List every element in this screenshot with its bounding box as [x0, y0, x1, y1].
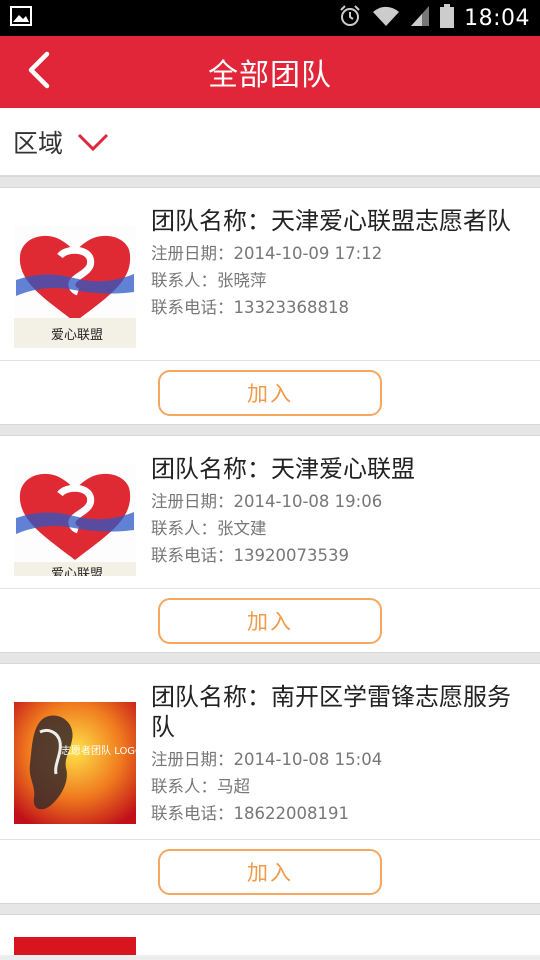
clock: 18:04: [464, 5, 530, 31]
status-bar: 18:04: [0, 0, 540, 36]
join-button[interactable]: 加入: [158, 597, 382, 644]
contact-phone: 联系电话：13323368818: [151, 298, 349, 317]
join-button[interactable]: 加入: [158, 848, 382, 895]
divider: [0, 176, 540, 188]
battery-icon: [440, 4, 455, 32]
register-date: 注册日期：2014-10-08 15:04: [151, 750, 383, 769]
team-card: 志愿者团队 LOGO 团队名称：南开区学雷锋志愿服务队 注册日期：2014-10…: [0, 664, 540, 903]
register-date: 注册日期：2014-10-08 19:06: [151, 492, 383, 511]
chevron-down-icon: [77, 132, 109, 152]
team-logo: 爱心联盟: [14, 464, 136, 576]
title-bar: 全部团队: [0, 36, 540, 108]
divider: [0, 652, 540, 664]
team-name: 团队名称：南开区学雷锋志愿服务队: [151, 683, 511, 741]
team-name: 团队名称：天津爱心联盟志愿者队: [151, 207, 511, 235]
team-logo: 爱心联盟: [14, 226, 136, 348]
contact-person: 联系人：张晓萍: [151, 271, 267, 290]
register-date: 注册日期：2014-10-09 17:12: [151, 244, 383, 263]
chevron-left-icon: [25, 51, 51, 93]
team-logo: [14, 937, 136, 955]
contact-person: 联系人：马超: [151, 777, 250, 796]
contact-phone: 联系电话：18622008191: [151, 804, 349, 823]
alarm-icon: [338, 4, 362, 32]
team-card: 爱心联盟 团队名称：天津爱心联盟志愿者队 注册日期：2014-10-09 17:…: [0, 188, 540, 424]
image-icon: [10, 6, 32, 30]
team-name: 团队名称：天津爱心联盟: [151, 455, 415, 483]
back-button[interactable]: [16, 50, 60, 94]
signal-icon: [410, 5, 430, 31]
wifi-icon: [372, 5, 400, 31]
page-title: 全部团队: [208, 58, 332, 93]
logo-caption: 爱心联盟: [51, 328, 103, 343]
divider: [0, 424, 540, 436]
team-logo: 志愿者团队 LOGO: [14, 702, 136, 824]
team-card: 爱心联盟 团队名称：天津爱心联盟 注册日期：2014-10-08 19:06 联…: [0, 436, 540, 652]
contact-person: 联系人：张文建: [151, 519, 267, 538]
region-filter-label: 区域: [13, 128, 64, 158]
team-card: [0, 915, 540, 955]
logo-caption: 志愿者团队 LOGO: [61, 744, 136, 757]
join-button[interactable]: 加入: [158, 369, 382, 416]
divider: [0, 903, 540, 915]
region-filter[interactable]: 区域: [0, 108, 540, 176]
contact-phone: 联系电话：13920073539: [151, 546, 349, 565]
logo-caption: 爱心联盟: [51, 567, 103, 576]
